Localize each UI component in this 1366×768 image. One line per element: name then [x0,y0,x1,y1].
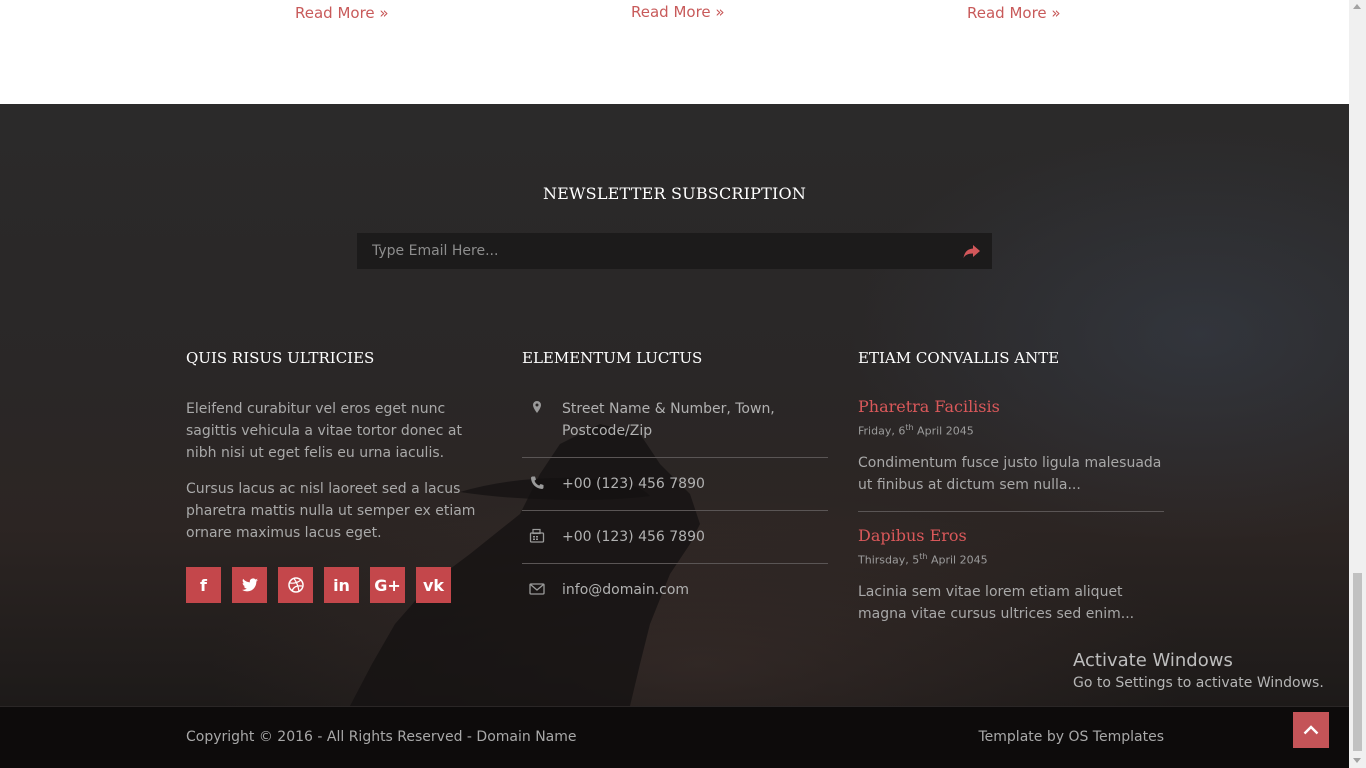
chevron-up-icon [1303,725,1319,735]
linkedin-button[interactable]: in [324,567,359,603]
google-plus-icon: G+ [374,575,401,595]
column-title-etiam: ETIAM CONVALLIS ANTE [858,349,1060,367]
scroll-up-arrow-icon[interactable] [1353,4,1361,9]
envelope-icon [529,583,545,595]
contact-address: Street Name & Number, Town, Postcode/Zip [522,398,828,442]
post-date: Thirsday, 5th April 2045 [858,552,988,567]
read-more-link-3[interactable]: Read More » [967,4,1061,22]
post-divider [858,511,1164,512]
post-excerpt: Lacinia sem vitae lorem etiam aliquet ma… [858,584,1135,622]
column-title-elementum: ELEMENTUM LUCTUS [522,349,703,367]
read-more-link-1[interactable]: Read More » [295,4,389,22]
contact-divider [522,457,828,458]
google-plus-button[interactable]: G+ [370,567,405,603]
newsletter-email-input[interactable] [357,233,947,269]
fax-icon [529,528,545,543]
contact-email: info@domain.com [522,579,828,601]
facebook-icon: f [200,575,207,595]
phone-icon [531,476,544,489]
column-title-quis: QUIS RISUS ULTRICIES [186,349,375,367]
windows-activation-watermark: Activate Windows Go to Settings to activ… [1073,650,1324,691]
contact-fax: +00 (123) 456 7890 [522,526,828,548]
twitter-button[interactable] [232,567,267,603]
watermark-subtitle: Go to Settings to activate Windows. [1073,675,1324,691]
address-text: Street Name & Number, Town, Postcode/Zip [562,401,775,439]
page-scrollbar[interactable] [1349,0,1366,768]
newsletter-form [357,233,992,269]
share-arrow-icon [963,245,980,258]
post-date: Friday, 6th April 2045 [858,423,974,438]
watermark-title: Activate Windows [1073,650,1233,671]
column1-paragraph-2: Cursus lacus ac nisl laoreet sed a lacus… [186,481,476,541]
template-credit-link[interactable]: Template by OS Templates [979,729,1165,745]
facebook-button[interactable]: f [186,567,221,603]
contact-phone: +00 (123) 456 7890 [522,473,828,495]
social-links: f in G+ vk [186,567,451,603]
email-link[interactable]: info@domain.com [562,579,828,601]
contact-divider [522,510,828,511]
copyright-text: Copyright © 2016 - All Rights Reserved -… [186,729,577,745]
phone-text: +00 (123) 456 7890 [562,476,705,492]
dribbble-icon [287,577,304,593]
scroll-down-arrow-icon[interactable] [1353,758,1361,763]
map-marker-icon [533,401,541,413]
scrollbar-thumb[interactable] [1353,573,1362,751]
linkedin-icon: in [333,575,350,595]
newsletter-title: NEWSLETTER SUBSCRIPTION [542,184,807,203]
fax-text: +00 (123) 456 7890 [562,529,705,545]
post-title-link[interactable]: Pharetra Facilisis [858,397,1000,416]
article-strip: Read More » Read More » Read More » [0,0,1349,104]
bottom-bar: Copyright © 2016 - All Rights Reserved -… [0,706,1349,768]
post-excerpt: Condimentum fusce justo ligula malesuada… [858,455,1162,493]
footer: NEWSLETTER SUBSCRIPTION QUIS RISUS ULTRI… [0,104,1349,706]
newsletter-submit-button[interactable] [960,239,984,263]
back-to-top-button[interactable] [1293,712,1329,748]
vk-button[interactable]: vk [416,567,451,603]
vk-icon: vk [422,575,445,595]
twitter-icon [241,578,258,592]
column1-paragraph-1: Eleifend curabitur vel eros eget nunc sa… [186,401,462,461]
post-title-link[interactable]: Dapibus Eros [858,526,967,545]
contact-divider [522,563,828,564]
dribbble-button[interactable] [278,567,313,603]
read-more-link-2[interactable]: Read More » [631,3,725,21]
